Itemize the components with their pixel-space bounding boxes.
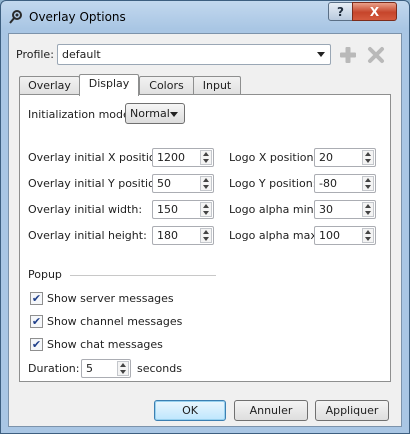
logo-alpha-max-label: Logo alpha max:	[229, 229, 321, 242]
tab-input[interactable]: Input	[193, 76, 241, 95]
spin-arrows-icon[interactable]	[117, 361, 129, 376]
overlay-height-label: Overlay initial height:	[28, 229, 147, 242]
delete-profile-button[interactable]	[365, 44, 387, 66]
close-button[interactable]: X	[352, 2, 397, 21]
ok-button[interactable]: OK	[154, 400, 226, 421]
overlay-width-value: 150	[157, 203, 178, 216]
window-title: Overlay Options	[29, 10, 126, 24]
tab-colors-label: Colors	[149, 79, 184, 92]
spin-arrows-icon[interactable]	[362, 150, 374, 165]
init-mode-select[interactable]: Normal	[125, 103, 185, 124]
tab-display-label: Display	[88, 77, 130, 90]
logo-y-spinbox[interactable]: -80	[314, 174, 376, 193]
title-bar[interactable]: Overlay Options ? X	[1, 1, 409, 33]
spin-arrows-icon[interactable]	[362, 202, 374, 217]
spin-arrows-icon[interactable]	[362, 228, 374, 243]
plus-icon	[340, 47, 356, 63]
checkmark-icon: ✔	[31, 338, 42, 351]
overlay-y-label: Overlay initial Y position:	[28, 177, 166, 190]
show-chat-messages-label[interactable]: Show chat messages	[47, 338, 163, 352]
logo-y-label: Logo Y position:	[229, 177, 317, 190]
logo-alpha-min-spinbox[interactable]: 30	[314, 200, 376, 219]
tab-display[interactable]: Display	[79, 74, 139, 96]
init-mode-value: Normal	[130, 107, 170, 120]
overlay-x-spinbox[interactable]: 1200	[152, 148, 214, 167]
chevron-down-icon	[170, 112, 178, 117]
tab-input-label: Input	[202, 79, 232, 92]
logo-alpha-min-value: 30	[319, 203, 333, 216]
overlay-height-value: 180	[157, 229, 178, 242]
overlay-x-label: Overlay initial X position:	[28, 151, 167, 164]
overlay-x-value: 1200	[157, 151, 185, 164]
duration-value: 5	[86, 362, 93, 375]
show-server-messages-checkbox[interactable]: ✔	[30, 292, 43, 305]
duration-unit-label: seconds	[137, 362, 182, 375]
popup-heading: Popup	[28, 268, 62, 281]
overlay-options-window: Overlay Options ? X Profile: default Ove…	[0, 0, 410, 434]
close-icon: X	[369, 4, 380, 19]
cancel-button[interactable]: Annuler	[234, 400, 308, 421]
logo-x-value: 20	[319, 151, 333, 164]
overlay-width-spinbox[interactable]: 150	[152, 200, 214, 219]
logo-alpha-max-value: 100	[319, 229, 340, 242]
tab-overlay[interactable]: Overlay	[19, 76, 80, 95]
add-profile-button[interactable]	[337, 44, 359, 66]
overlay-width-label: Overlay initial width:	[28, 203, 143, 216]
show-server-messages-label[interactable]: Show server messages	[47, 292, 174, 306]
overlay-y-value: 50	[157, 177, 171, 190]
popup-divider	[70, 275, 216, 276]
dialog-client-area: Profile: default Overlay Display Colors …	[8, 33, 402, 427]
logo-x-spinbox[interactable]: 20	[314, 148, 376, 167]
apply-button[interactable]: Appliquer	[315, 400, 389, 421]
help-button[interactable]: ?	[328, 2, 353, 21]
spin-arrows-icon[interactable]	[200, 176, 212, 191]
show-channel-messages-checkbox[interactable]: ✔	[30, 315, 43, 328]
spin-arrows-icon[interactable]	[362, 176, 374, 191]
show-chat-messages-checkbox[interactable]: ✔	[30, 338, 43, 351]
chevron-down-icon	[317, 52, 325, 57]
help-icon: ?	[337, 4, 344, 19]
gear-icon	[9, 10, 22, 24]
logo-y-value: -80	[319, 177, 337, 190]
logo-alpha-min-label: Logo alpha min:	[229, 203, 318, 216]
tab-colors[interactable]: Colors	[139, 76, 194, 95]
duration-spinbox[interactable]: 5	[81, 359, 131, 378]
profile-label: Profile:	[16, 48, 54, 61]
x-icon	[368, 47, 384, 63]
logo-x-label: Logo X position:	[229, 151, 318, 164]
tab-overlay-label: Overlay	[28, 79, 71, 92]
profile-value: default	[62, 48, 101, 61]
tab-bar: Overlay Display Colors Input	[19, 74, 399, 96]
profile-select[interactable]: default	[57, 44, 331, 65]
overlay-y-spinbox[interactable]: 50	[152, 174, 214, 193]
overlay-height-spinbox[interactable]: 180	[152, 226, 214, 245]
spin-arrows-icon[interactable]	[200, 228, 212, 243]
spin-arrows-icon[interactable]	[200, 202, 212, 217]
checkmark-icon: ✔	[31, 292, 42, 305]
show-channel-messages-label[interactable]: Show channel messages	[47, 315, 182, 329]
display-tab-panel: Initialization mode: Normal Overlay init…	[19, 94, 391, 382]
logo-alpha-max-spinbox[interactable]: 100	[314, 226, 376, 245]
checkmark-icon: ✔	[31, 315, 42, 328]
duration-label: Duration:	[28, 362, 80, 375]
spin-arrows-icon[interactable]	[200, 150, 212, 165]
init-mode-label: Initialization mode:	[28, 108, 134, 121]
